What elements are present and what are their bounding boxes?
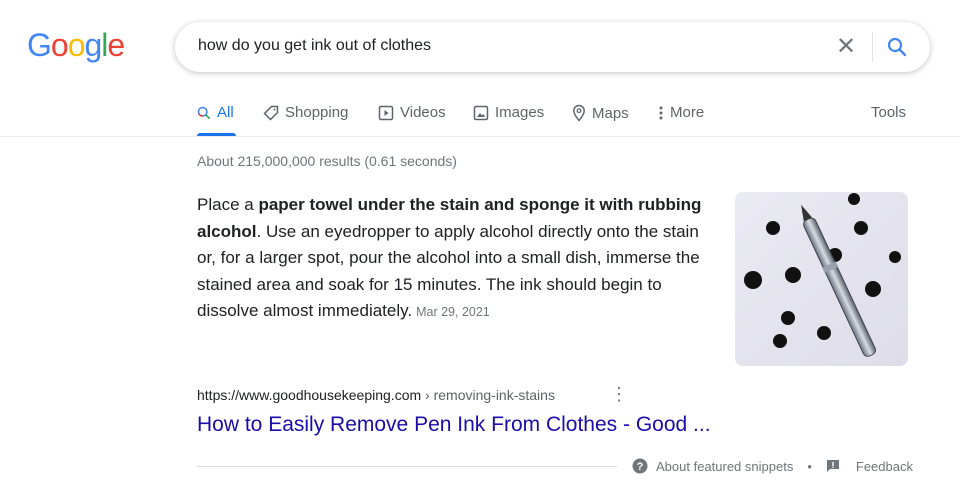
- tag-icon: [263, 105, 279, 121]
- footer-divider: [197, 466, 617, 467]
- result-title-link[interactable]: How to Easily Remove Pen Ink From Clothe…: [197, 413, 711, 437]
- search-divider: [872, 32, 873, 62]
- map-pin-icon: [573, 104, 585, 122]
- tab-label: More: [670, 104, 705, 121]
- more-options-icon[interactable]: ⋮: [610, 385, 628, 403]
- footer-separator: •: [807, 458, 812, 474]
- search-icon[interactable]: [885, 35, 909, 64]
- snippet-footer: ? About featured snippets • Feedback: [632, 458, 913, 474]
- snippet-lead: Place a: [197, 195, 259, 214]
- feedback-link[interactable]: Feedback: [856, 459, 913, 474]
- tab-images[interactable]: Images: [473, 104, 544, 121]
- close-icon[interactable]: ✕: [835, 34, 857, 60]
- snippet-image[interactable]: [735, 192, 908, 366]
- tab-more[interactable]: More: [658, 104, 704, 121]
- search-icon: [197, 106, 211, 119]
- tab-maps[interactable]: Maps: [572, 104, 629, 122]
- header-divider: [0, 136, 960, 137]
- result-url[interactable]: https://www.goodhousekeeping.com › remov…: [197, 387, 555, 403]
- about-featured-snippets-link[interactable]: About featured snippets: [656, 459, 793, 474]
- tools-button[interactable]: Tools: [871, 104, 906, 121]
- logo-letter: g: [84, 27, 102, 63]
- logo-letter: e: [107, 27, 125, 63]
- search-input[interactable]: how do you get ink out of clothes: [198, 37, 431, 55]
- tab-shopping[interactable]: Shopping: [263, 104, 348, 121]
- play-icon: [378, 105, 394, 120]
- tab-label: Videos: [400, 104, 446, 121]
- tab-label: All: [217, 104, 234, 121]
- tab-videos[interactable]: Videos: [378, 104, 446, 121]
- logo-letter: o: [50, 27, 69, 63]
- url-domain: https://www.goodhousekeeping.com: [197, 387, 422, 403]
- help-icon: ?: [632, 458, 648, 474]
- url-path: › removing-ink-stains: [421, 387, 555, 403]
- tab-label: Maps: [592, 104, 629, 122]
- tools-label: Tools: [871, 104, 907, 121]
- search-box[interactable]: how do you get ink out of clothes ✕: [175, 22, 930, 72]
- feedback-icon: [826, 460, 839, 472]
- svg-text:?: ?: [637, 461, 644, 473]
- more-vert-icon: [659, 106, 663, 119]
- google-logo[interactable]: Google: [27, 27, 125, 64]
- tab-all[interactable]: All: [197, 104, 234, 121]
- image-icon: [473, 105, 489, 120]
- tab-label: Images: [495, 104, 545, 121]
- logo-letter: o: [67, 27, 86, 63]
- logo-letter: G: [27, 27, 52, 63]
- featured-snippet-text: Place a paper towel under the stain and …: [197, 192, 717, 326]
- tab-label: Shopping: [285, 104, 349, 121]
- snippet-date: Mar 29, 2021: [416, 305, 490, 319]
- result-stats: About 215,000,000 results (0.61 seconds): [197, 153, 457, 169]
